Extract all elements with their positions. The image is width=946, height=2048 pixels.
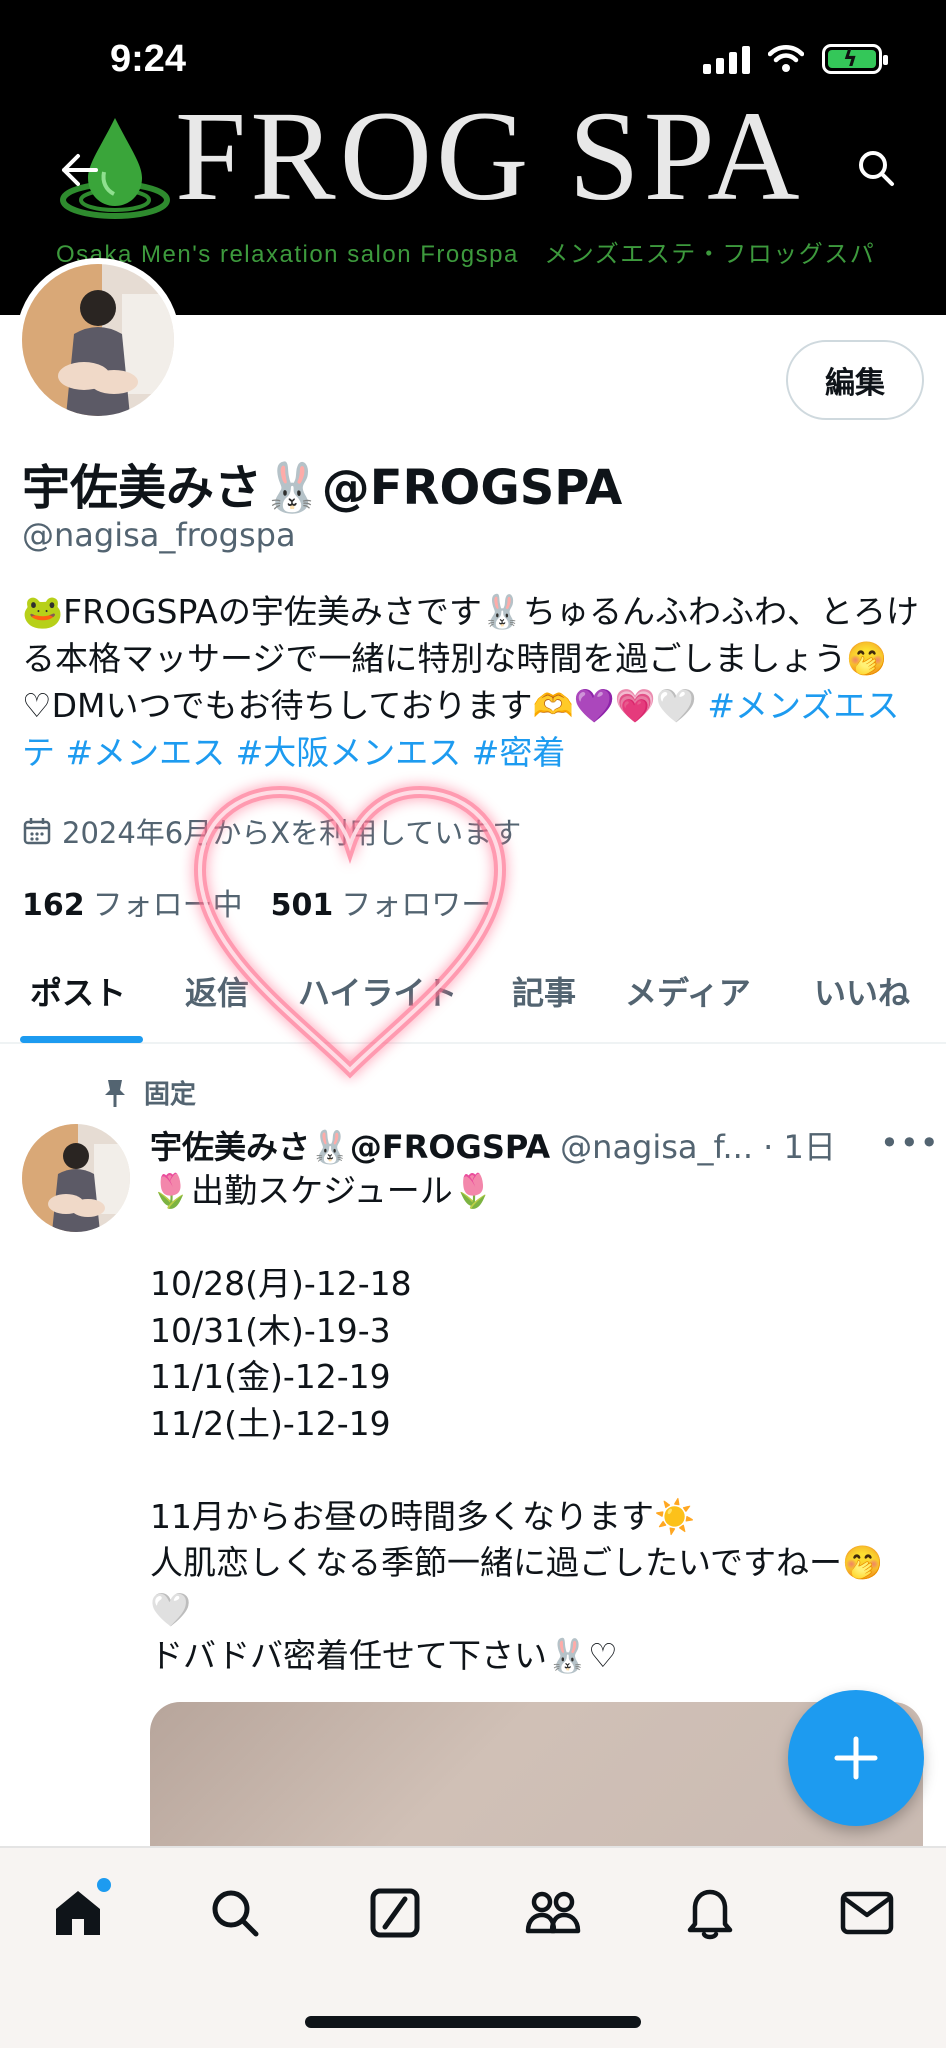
nav-notifications[interactable]: [675, 1878, 745, 1948]
nav-messages[interactable]: [832, 1878, 902, 1948]
edit-profile-button[interactable]: 編集: [786, 340, 924, 420]
post-author-meta: @nagisa_f... · 1日: [560, 1128, 836, 1166]
nav-search[interactable]: [200, 1878, 270, 1948]
nav-communities[interactable]: [518, 1878, 588, 1948]
joined-date: 2024年6月からXを利用しています: [22, 810, 521, 852]
notification-dot: [97, 1878, 111, 1892]
avatar-image: [22, 1124, 130, 1232]
pinned-label: 固定: [144, 1080, 197, 1110]
followers-link[interactable]: 501 フォロワー: [271, 880, 492, 924]
post-author-avatar[interactable]: [22, 1124, 130, 1232]
cellular-signal-icon: [703, 44, 750, 74]
mail-icon: [840, 1891, 894, 1935]
profile-bio: 🐸FROGSPAの宇佐美みさです🐰ちゅるんふわふわ、とろける本格マッサージで一緒…: [22, 588, 922, 776]
post-more-button[interactable]: •••: [880, 1124, 940, 1162]
followers-label: フォロワー: [341, 888, 492, 923]
following-count: 162: [22, 888, 85, 923]
tab-posts[interactable]: ポスト: [30, 968, 126, 1014]
tab-highlights[interactable]: ハイライト: [298, 968, 457, 1014]
calendar-icon: [23, 818, 51, 845]
search-button[interactable]: [846, 138, 906, 198]
plus-icon: [834, 1736, 878, 1780]
battery-icon: ϟ: [822, 44, 888, 74]
pinned-indicator: 固定: [104, 1074, 196, 1111]
bell-icon: [687, 1889, 733, 1940]
profile-handle: @nagisa_frogspa: [22, 516, 296, 554]
profile-display-name: 宇佐美みさ🐰@FROGSPA: [22, 460, 623, 516]
tab-likes[interactable]: いいね: [814, 968, 910, 1014]
tab-media[interactable]: メディア: [625, 968, 751, 1014]
status-bar: 9:24 ϟ: [0, 0, 946, 110]
compose-button[interactable]: [788, 1690, 924, 1826]
banner-tagline: Osaka Men's relaxation salon Frogspa メンズ…: [56, 241, 876, 268]
pin-icon: [105, 1079, 125, 1107]
home-icon: [56, 1891, 100, 1935]
communities-icon: [525, 1891, 581, 1934]
avatar-image: [22, 264, 174, 416]
post-author-name[interactable]: 宇佐美みさ🐰@FROGSPA: [150, 1122, 550, 1168]
post-header: 宇佐美みさ🐰@FROGSPA @nagisa_f... · 1日: [150, 1122, 930, 1168]
frogspa-wordmark: FROG SPA: [175, 85, 804, 227]
follow-stats: 162 フォロー中 501 フォロワー: [22, 880, 491, 924]
search-icon: [859, 151, 894, 186]
status-time: 9:24: [110, 38, 187, 80]
profile-avatar[interactable]: [16, 258, 180, 422]
back-button[interactable]: [50, 140, 110, 200]
nav-grok[interactable]: [360, 1878, 430, 1948]
nav-home[interactable]: [43, 1878, 113, 1948]
search-icon: [212, 1890, 259, 1937]
arrow-left-icon: [62, 154, 98, 186]
tab-replies[interactable]: 返信: [185, 968, 249, 1014]
grok-icon: [370, 1888, 420, 1938]
wifi-icon: [768, 45, 804, 72]
followers-count: 501: [270, 888, 334, 923]
bottom-navigation: [0, 1846, 946, 2048]
home-indicator: [305, 2016, 641, 2028]
active-tab-indicator: [20, 1036, 143, 1043]
tab-articles[interactable]: 記事: [512, 968, 576, 1014]
post-body: 🌷出勤スケジュール🌷 10/28(月)-12-18 10/31(木)-19-3 …: [150, 1171, 884, 1675]
status-icons: ϟ: [703, 44, 888, 74]
following-label: フォロー中: [92, 888, 243, 923]
following-link[interactable]: 162 フォロー中: [22, 880, 243, 924]
joined-text: 2024年6月からXを利用しています: [62, 816, 522, 850]
profile-tabs: ポスト 返信 ハイライト 記事 メディア いいね: [0, 950, 946, 1044]
